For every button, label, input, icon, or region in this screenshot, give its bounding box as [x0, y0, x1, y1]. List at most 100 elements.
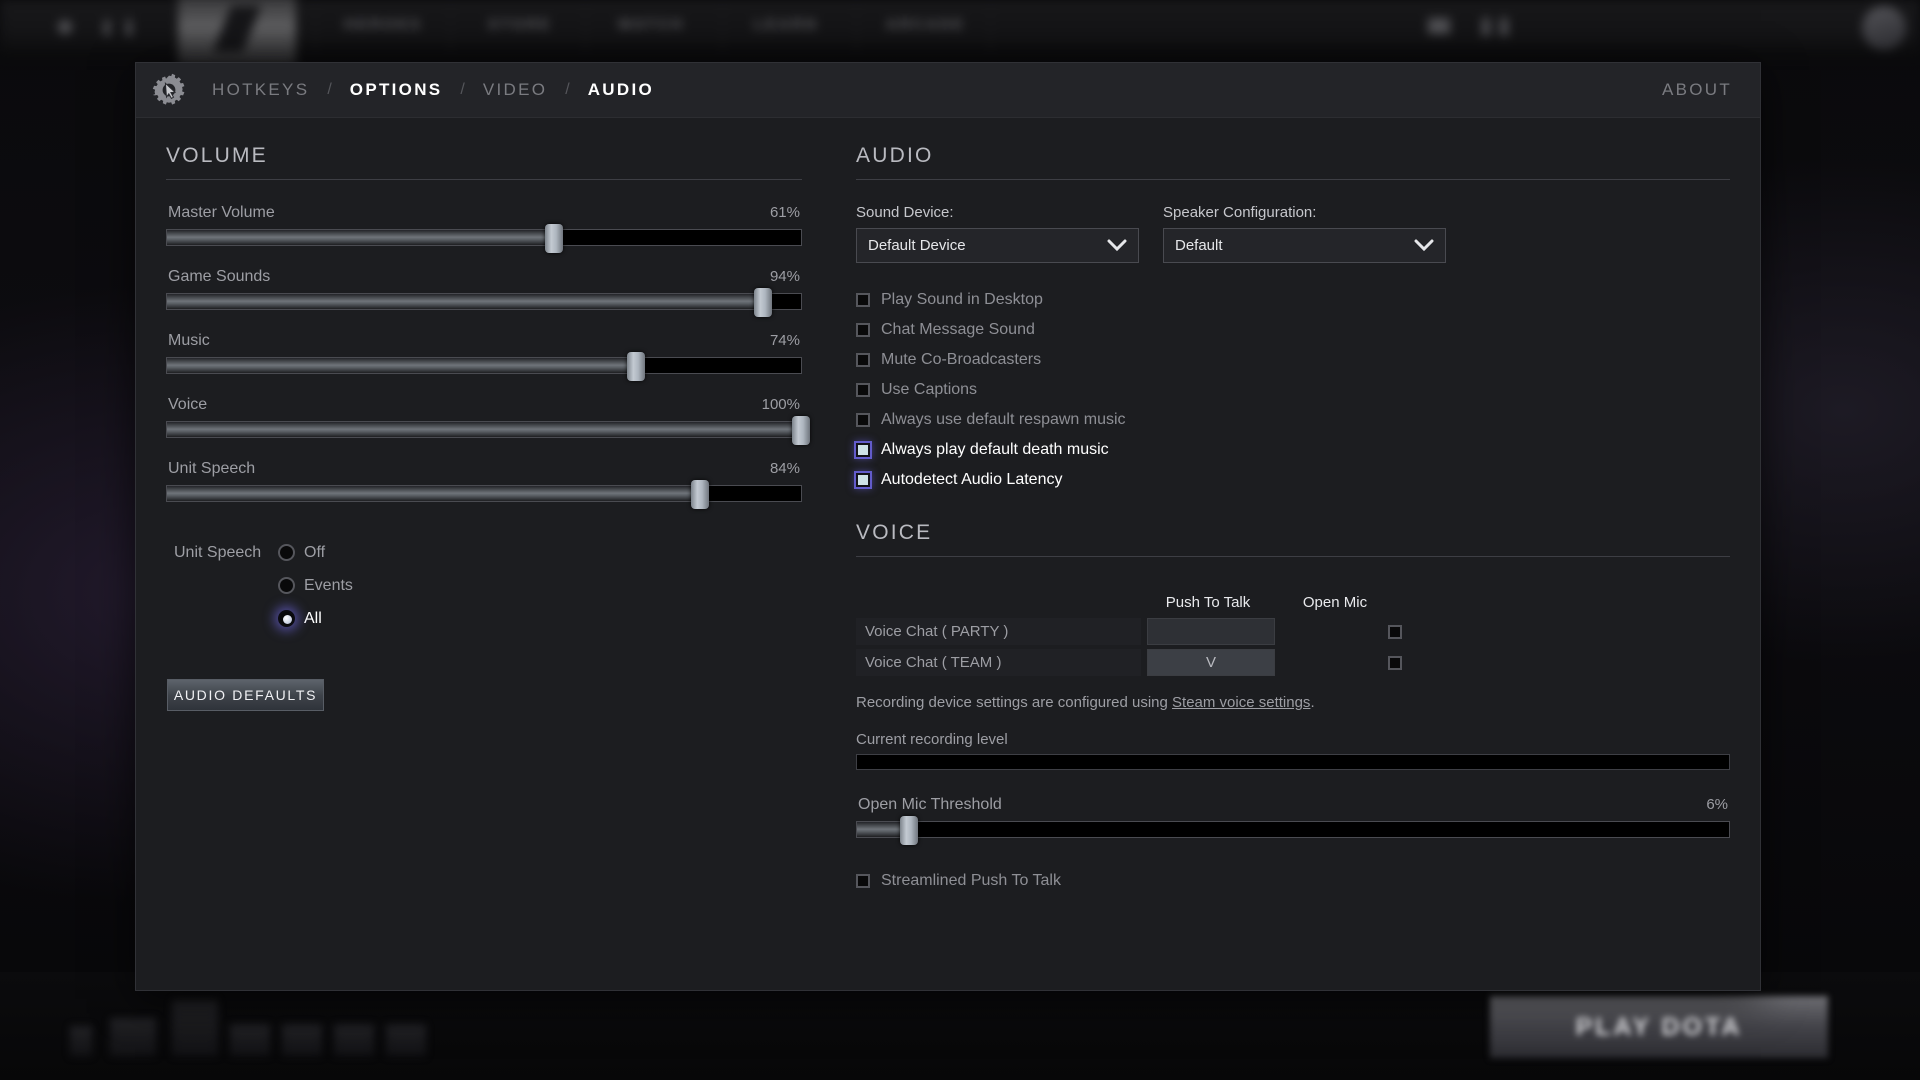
unit-speech-label: Unit Speech [174, 543, 262, 561]
slider-block-music: Music 74% [166, 332, 802, 381]
slider-handle[interactable] [690, 480, 709, 509]
slider-fill [167, 358, 637, 373]
nav-divider [722, 4, 723, 54]
tab-hotkeys[interactable]: HOTKEYS [210, 80, 311, 100]
slider-track[interactable] [166, 480, 802, 509]
sound-device-select[interactable]: Default Device [856, 228, 1139, 263]
checkbox-label-always-use-default-respawn-music: Always use default respawn music [881, 411, 1126, 428]
checkbox-chat-message-sound[interactable] [856, 323, 870, 337]
dock-icon-row [62, 994, 472, 1056]
tab-options[interactable]: OPTIONS [348, 80, 445, 100]
checkbox-row-autodetect-audio-latency[interactable]: Autodetect Audio Latency [856, 465, 1730, 495]
dialog-header: HOTKEYS / OPTIONS / VIDEO / AUDIO ABOUT [136, 63, 1760, 118]
column-header-push-to-talk: Push To Talk [1165, 594, 1251, 611]
checkbox-open-mic-voice-chat-team[interactable] [1388, 655, 1402, 670]
push-to-talk-key-voice-chat-party[interactable] [1147, 618, 1275, 645]
checkbox-use-captions[interactable] [856, 383, 870, 397]
checkbox-row-chat-message-sound[interactable]: Chat Message Sound [856, 315, 1730, 345]
dock-icon[interactable] [172, 1000, 218, 1056]
back-arrow-icon [58, 20, 72, 34]
settings-icon[interactable] [1500, 18, 1508, 36]
checkbox-label-mute-co-broadcasters: Mute Co-Broadcasters [881, 351, 1042, 368]
shop-icon[interactable] [1428, 18, 1450, 34]
tab-video[interactable]: VIDEO [481, 80, 549, 100]
slider-block-unit-speech: Unit Speech 84% [166, 460, 802, 509]
audio-section-title: AUDIO [856, 144, 934, 167]
slider-track[interactable] [166, 224, 802, 253]
dota-top-navbar: HEROES STORE WATCH LEARN ARCADE [0, 0, 1920, 66]
checkbox-row-always-play-default-death-music[interactable]: Always play default death music [856, 435, 1730, 465]
tab-audio[interactable]: AUDIO [586, 80, 656, 100]
slider-handle[interactable] [627, 352, 646, 381]
slider-block-game-sounds: Game Sounds 94% [166, 268, 802, 317]
checkbox-play-sound-in-desktop[interactable] [856, 293, 870, 307]
audio-defaults-button[interactable]: AUDIO DEFAULTS [167, 679, 324, 711]
radio-events[interactable] [278, 577, 295, 594]
radio-label-off[interactable]: Off [304, 544, 325, 562]
slider-value: 61% [769, 204, 800, 221]
dialog-body: VOLUME Master Volume 61% Game Sounds 94% Mus… [136, 118, 1760, 990]
tab-about[interactable]: ABOUT [1662, 80, 1732, 100]
checkbox-row-always-use-default-respawn-music[interactable]: Always use default respawn music [856, 405, 1730, 435]
dock-icon[interactable] [110, 1018, 156, 1056]
checkbox-always-play-default-death-music[interactable] [856, 443, 870, 457]
open-mic-cell [1335, 624, 1455, 639]
checkbox-row-play-sound-in-desktop[interactable]: Play Sound in Desktop [856, 285, 1730, 315]
dock-icon[interactable] [282, 1024, 322, 1056]
slider-handle[interactable] [753, 288, 772, 317]
slider-track[interactable] [166, 416, 810, 445]
slider-handle[interactable] [792, 416, 810, 445]
nav-item-store[interactable]: STORE [488, 16, 552, 33]
radio-label-all[interactable]: All [304, 610, 322, 628]
breadcrumb: HOTKEYS / OPTIONS / VIDEO / AUDIO [210, 80, 656, 100]
dock-icon[interactable] [70, 1026, 92, 1056]
checkbox-row-mute-co-broadcasters[interactable]: Mute Co-Broadcasters [856, 345, 1730, 375]
dock-icon[interactable] [334, 1024, 374, 1056]
slider-handle[interactable] [900, 816, 919, 845]
radio-row-events[interactable]: Events [174, 569, 802, 602]
slider-block-voice: Voice 100% [166, 396, 810, 445]
nav-item-heroes[interactable]: HEROES [344, 16, 422, 33]
radio-row-all[interactable]: All [174, 602, 802, 635]
slider-value: 100% [761, 396, 800, 413]
speaker-config-select[interactable]: Default [1163, 228, 1446, 263]
radio-row-off[interactable]: Unit Speech Off [174, 536, 802, 569]
gear-cursor-icon [150, 71, 188, 109]
checkbox-always-use-default-respawn-music[interactable] [856, 413, 870, 427]
open-mic-threshold-slider[interactable] [856, 816, 1730, 845]
push-to-talk-key-voice-chat-team[interactable]: V [1147, 649, 1275, 676]
checkbox-autodetect-audio-latency[interactable] [856, 473, 870, 487]
section-divider [166, 179, 802, 180]
checkbox-mute-co-broadcasters[interactable] [856, 353, 870, 367]
volume-panel: VOLUME Master Volume 61% Game Sounds 94% Mus… [166, 144, 826, 990]
dock-icon[interactable] [230, 1024, 270, 1056]
checkbox-label-autodetect-audio-latency: Autodetect Audio Latency [881, 471, 1063, 488]
steam-voice-settings-link[interactable]: Steam voice settings [1172, 694, 1310, 711]
audio-panel: AUDIO Sound Device: Default Device Speak… [826, 144, 1730, 990]
radio-all[interactable] [278, 610, 295, 627]
slider-track[interactable] [166, 288, 802, 317]
breadcrumb-separator: / [327, 81, 332, 98]
breadcrumb-separator: / [460, 81, 465, 98]
nav-item-learn[interactable]: LEARN [754, 16, 818, 33]
friends-icon[interactable] [1482, 18, 1490, 36]
slider-handle[interactable] [544, 224, 563, 253]
play-dota-button[interactable]: PLAY DOTA [1490, 996, 1828, 1058]
slider-track[interactable] [166, 352, 802, 381]
checkbox-label-always-play-default-death-music: Always play default death music [881, 441, 1109, 458]
checkbox-row-use-captions[interactable]: Use Captions [856, 375, 1730, 405]
voice-panel: VOICE Push To Talk Open Mic Voice Chat (… [856, 521, 1730, 896]
dock-icon[interactable] [386, 1024, 426, 1056]
nav-item-watch[interactable]: WATCH [618, 16, 684, 33]
open-mic-threshold-value: 6% [1706, 796, 1728, 813]
chevron-down-icon [1414, 239, 1434, 252]
avatar[interactable] [1862, 6, 1906, 50]
open-mic-threshold-label: Open Mic Threshold [858, 796, 1002, 813]
checkbox-row-streamlined-push-to-talk[interactable]: Streamlined Push To Talk [856, 866, 1730, 896]
checkbox-open-mic-voice-chat-party[interactable] [1388, 624, 1402, 639]
speaker-config-label: Speaker Configuration: [1163, 204, 1317, 221]
radio-off[interactable] [278, 544, 295, 561]
checkbox-streamlined-push-to-talk[interactable] [856, 874, 870, 888]
nav-item-arcade[interactable]: ARCADE [886, 16, 965, 33]
radio-label-events[interactable]: Events [304, 577, 353, 595]
